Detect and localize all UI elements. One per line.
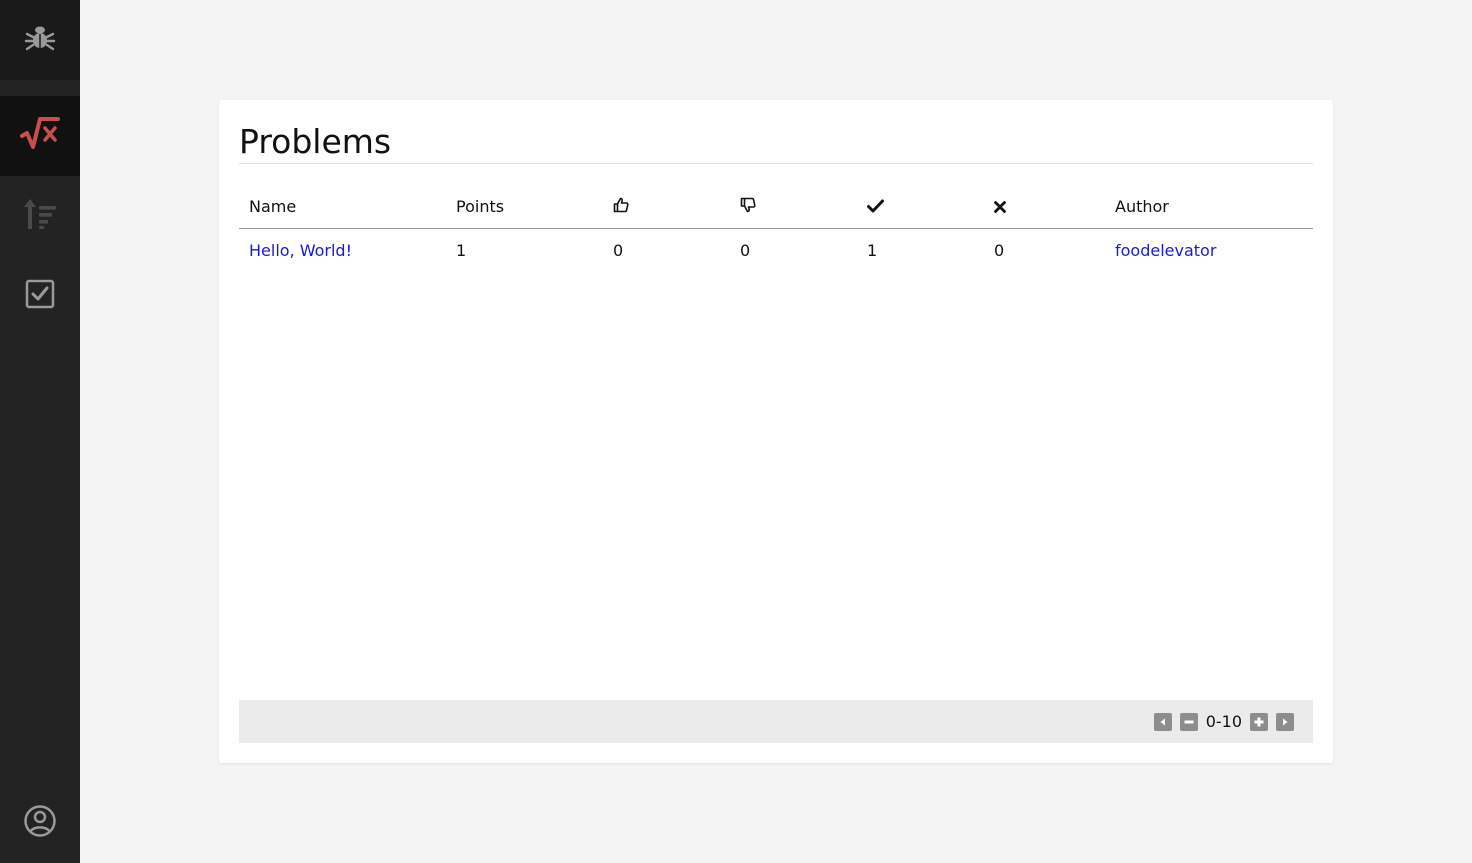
problems-table: Name Points Author Hello, World! 1 0 0 1… bbox=[239, 185, 1313, 272]
problem-name-cell: Hello, World! bbox=[239, 229, 446, 273]
caret-right-icon bbox=[1283, 718, 1288, 725]
sidebar bbox=[0, 0, 80, 863]
column-header-failed[interactable] bbox=[984, 185, 1105, 229]
decrease-page-size-button[interactable] bbox=[1179, 712, 1198, 731]
column-header-points[interactable]: Points bbox=[446, 185, 603, 229]
pagination-range: 0-10 bbox=[1205, 712, 1242, 731]
thumbs-up-icon bbox=[613, 197, 629, 217]
column-header-solved[interactable] bbox=[857, 185, 984, 229]
pagination-bar: 0-10 bbox=[239, 700, 1313, 743]
user-circle-icon bbox=[23, 804, 57, 842]
square-root-icon bbox=[20, 117, 60, 155]
dislikes-cell: 0 bbox=[740, 241, 751, 260]
plus-icon bbox=[1254, 717, 1264, 726]
column-header-likes[interactable] bbox=[603, 185, 730, 229]
column-header-dislikes[interactable] bbox=[730, 185, 857, 229]
checkbox-icon bbox=[24, 278, 56, 314]
column-header-author[interactable]: Author bbox=[1105, 185, 1313, 229]
likes-cell: 0 bbox=[613, 241, 624, 260]
problem-link[interactable]: Hello, World! bbox=[249, 241, 352, 260]
thumbs-down-icon bbox=[740, 197, 756, 217]
previous-page-button[interactable] bbox=[1153, 712, 1172, 731]
points-cell: 1 bbox=[456, 241, 467, 260]
x-icon bbox=[994, 198, 1006, 217]
logo[interactable] bbox=[0, 0, 80, 80]
sidebar-item-submissions[interactable] bbox=[0, 256, 80, 336]
failed-cell: 0 bbox=[994, 241, 1005, 260]
problems-card: Problems Name Points Author Hello, World… bbox=[219, 100, 1333, 763]
title-divider bbox=[239, 163, 1313, 164]
sidebar-item-rankings[interactable] bbox=[0, 176, 80, 256]
column-header-name[interactable]: Name bbox=[239, 185, 446, 229]
sidebar-item-problems[interactable] bbox=[0, 96, 80, 176]
solved-cell: 1 bbox=[867, 241, 878, 260]
check-icon bbox=[867, 198, 884, 217]
page-title: Problems bbox=[239, 122, 392, 161]
bug-icon bbox=[24, 22, 56, 58]
author-cell: foodelevator bbox=[1105, 229, 1313, 273]
account-button[interactable] bbox=[0, 783, 80, 863]
sort-amount-icon bbox=[23, 198, 57, 234]
pagination-controls: 0-10 bbox=[1153, 700, 1294, 743]
author-link[interactable]: foodelevator bbox=[1115, 241, 1216, 260]
table-row: Hello, World! 1 0 0 1 0 foodelevator bbox=[239, 229, 1313, 273]
increase-page-size-button[interactable] bbox=[1250, 712, 1268, 731]
caret-left-icon bbox=[1160, 718, 1165, 725]
next-page-button[interactable] bbox=[1276, 712, 1294, 731]
table-header-row: Name Points Author bbox=[239, 185, 1313, 229]
minus-icon bbox=[1184, 720, 1194, 723]
